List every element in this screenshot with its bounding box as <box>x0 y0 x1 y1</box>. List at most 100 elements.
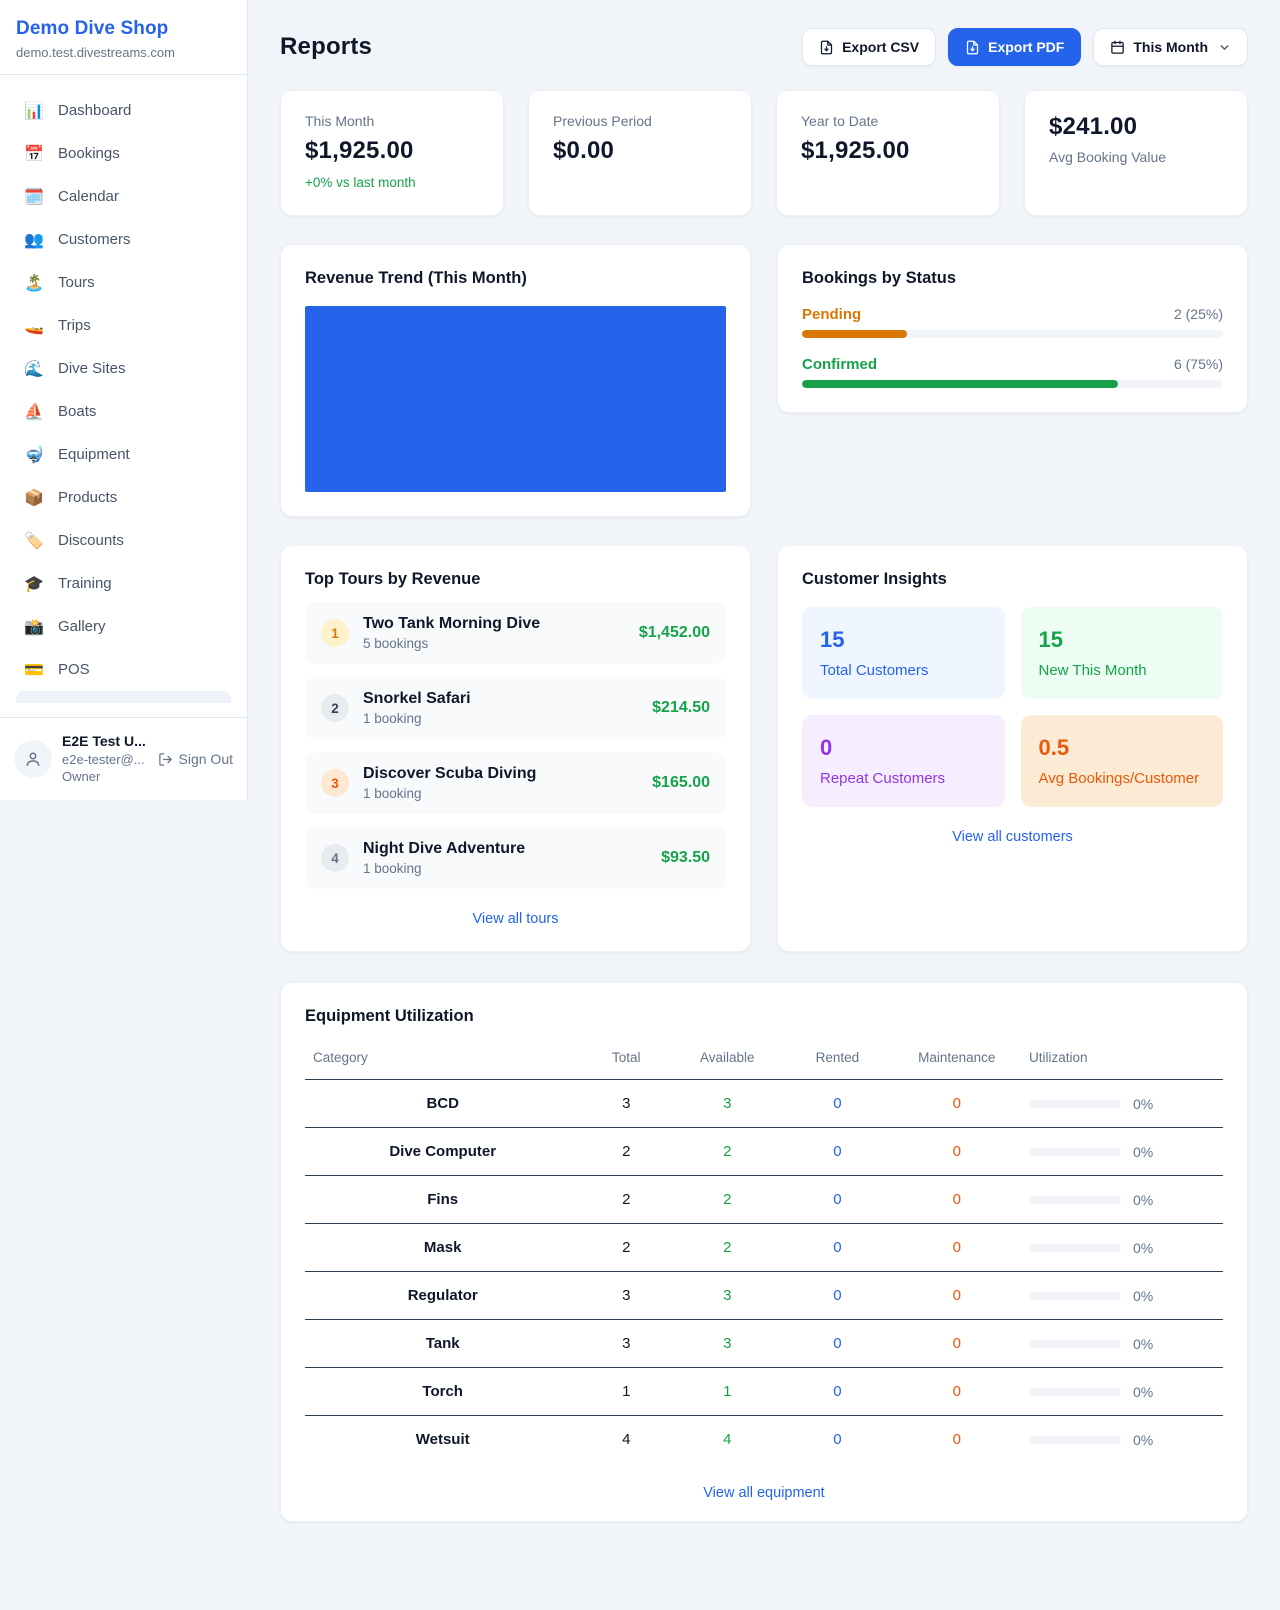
cell-total: 3 <box>580 1320 672 1368</box>
sign-out-button[interactable]: Sign Out <box>158 751 233 767</box>
insight-label: Repeat Customers <box>820 770 987 787</box>
sidebar-item-tours[interactable]: 🏝️ Tours <box>8 261 239 304</box>
user-role: Owner <box>62 768 148 786</box>
file-download-icon <box>819 40 834 55</box>
status-label: Confirmed <box>802 356 877 373</box>
export-csv-button[interactable]: Export CSV <box>802 28 936 66</box>
table-row: Regulator 3 3 0 0 0% <box>305 1272 1223 1320</box>
sidebar-item-pos[interactable]: 💳 POS <box>8 648 239 691</box>
utilization-percent: 0% <box>1133 1288 1153 1304</box>
sidebar-item-calendar[interactable]: 🗓️ Calendar <box>8 175 239 218</box>
cell-total: 4 <box>580 1416 672 1464</box>
utilization-percent: 0% <box>1133 1384 1153 1400</box>
cell-maintenance: 0 <box>893 1176 1022 1224</box>
cell-category: BCD <box>305 1080 580 1128</box>
rank-badge: 1 <box>321 619 349 647</box>
gallery-icon: 📸 <box>24 617 44 637</box>
tour-revenue: $93.50 <box>661 849 710 867</box>
cell-category: Fins <box>305 1176 580 1224</box>
sidebar-item-boats[interactable]: ⛵ Boats <box>8 390 239 433</box>
tour-revenue: $165.00 <box>652 774 710 792</box>
charts-row: Revenue Trend (This Month) Bookings by S… <box>280 244 1248 517</box>
insight-label: New This Month <box>1039 662 1206 679</box>
chevron-down-icon <box>1218 41 1231 54</box>
cell-maintenance: 0 <box>893 1416 1022 1464</box>
cell-available: 3 <box>672 1320 782 1368</box>
sidebar-item-equipment[interactable]: 🤿 Equipment <box>8 433 239 476</box>
utilization-cell: 0% <box>1029 1096 1215 1112</box>
stat-card-this-month: This Month $1,925.00 +0% vs last month <box>280 90 504 216</box>
export-pdf-button[interactable]: Export PDF <box>948 28 1081 66</box>
calendar-icon <box>1110 40 1125 55</box>
stat-card-year-to-date: Year to Date $1,925.00 <box>776 90 1000 216</box>
table-row: Tank 3 3 0 0 0% <box>305 1320 1223 1368</box>
sidebar-item-dashboard[interactable]: 📊 Dashboard <box>8 89 239 132</box>
insight-grid: 15 Total Customers 15 New This Month 0 R… <box>802 607 1223 807</box>
user-panel: E2E Test U... e2e-tester@... Owner Sign … <box>0 717 247 800</box>
column-header-total: Total <box>580 1040 672 1080</box>
period-dropdown[interactable]: This Month <box>1093 28 1248 66</box>
stat-label: Previous Period <box>553 113 727 129</box>
stat-value: $241.00 <box>1049 113 1223 141</box>
sidebar-item-trips[interactable]: 🚤 Trips <box>8 304 239 347</box>
tours-icon: 🏝️ <box>24 273 44 293</box>
boats-icon: ⛵ <box>24 402 44 422</box>
cell-maintenance: 0 <box>893 1272 1022 1320</box>
tour-bookings: 1 booking <box>363 786 638 801</box>
trips-icon: 🚤 <box>24 316 44 336</box>
column-header-maintenance: Maintenance <box>893 1040 1022 1080</box>
cell-category: Mask <box>305 1224 580 1272</box>
top-tours-card: Top Tours by Revenue 1 Two Tank Morning … <box>280 545 751 952</box>
cell-available: 4 <box>672 1416 782 1464</box>
status-count: 6 (75%) <box>1174 356 1223 372</box>
utilization-cell: 0% <box>1029 1432 1215 1448</box>
table-row: Mask 2 2 0 0 0% <box>305 1224 1223 1272</box>
sidebar-item-products[interactable]: 📦 Products <box>8 476 239 519</box>
sidebar-item-dive-sites[interactable]: 🌊 Dive Sites <box>8 347 239 390</box>
revenue-trend-chart <box>305 306 726 492</box>
status-row-pending: Pending 2 (25%) <box>802 306 1223 338</box>
cell-available: 2 <box>672 1224 782 1272</box>
utilization-cell: 0% <box>1029 1144 1215 1160</box>
tour-bookings: 1 booking <box>363 861 647 876</box>
utilization-percent: 0% <box>1133 1240 1153 1256</box>
table-row: Dive Computer 2 2 0 0 0% <box>305 1128 1223 1176</box>
utilization-bar-track <box>1029 1100 1121 1108</box>
stat-label: This Month <box>305 113 479 129</box>
insight-value: 15 <box>1039 627 1206 653</box>
mid-row: Top Tours by Revenue 1 Two Tank Morning … <box>280 545 1248 952</box>
utilization-bar-track <box>1029 1196 1121 1204</box>
tour-row: 2 Snorkel Safari 1 booking $214.50 <box>305 677 726 739</box>
sidebar-item-reports-partial[interactable] <box>16 691 231 703</box>
cell-category: Torch <box>305 1368 580 1416</box>
view-all-customers-link[interactable]: View all customers <box>802 829 1223 845</box>
insight-tile-new-this-month: 15 New This Month <box>1021 607 1224 699</box>
utilization-bar-track <box>1029 1340 1121 1348</box>
sidebar-item-discounts[interactable]: 🏷️ Discounts <box>8 519 239 562</box>
view-all-tours-link[interactable]: View all tours <box>305 911 726 927</box>
stats-row: This Month $1,925.00 +0% vs last month P… <box>280 90 1248 216</box>
sidebar-item-training[interactable]: 🎓 Training <box>8 562 239 605</box>
dive-sites-icon: 🌊 <box>24 359 44 379</box>
cell-rented: 0 <box>782 1320 892 1368</box>
view-all-equipment-link[interactable]: View all equipment <box>305 1485 1223 1501</box>
file-download-icon <box>965 40 980 55</box>
equipment-icon: 🤿 <box>24 445 44 465</box>
user-meta: E2E Test U... e2e-tester@... Owner <box>62 732 148 786</box>
column-header-category: Category <box>305 1040 580 1080</box>
utilization-bar-track <box>1029 1148 1121 1156</box>
cell-available: 1 <box>672 1368 782 1416</box>
pos-icon: 💳 <box>24 660 44 680</box>
stat-label: Year to Date <box>801 113 975 129</box>
rank-badge: 4 <box>321 844 349 872</box>
sidebar-item-bookings[interactable]: 📅 Bookings <box>8 132 239 175</box>
cell-maintenance: 0 <box>893 1320 1022 1368</box>
sidebar-item-customers[interactable]: 👥 Customers <box>8 218 239 261</box>
sidebar-item-label: Calendar <box>58 188 119 205</box>
sidebar-item-gallery[interactable]: 📸 Gallery <box>8 605 239 648</box>
table-row: Torch 1 1 0 0 0% <box>305 1368 1223 1416</box>
sidebar-item-label: POS <box>58 661 90 678</box>
sidebar-item-label: Dive Sites <box>58 360 126 377</box>
sidebar-item-label: Products <box>58 489 117 506</box>
page-title: Reports <box>280 33 372 61</box>
